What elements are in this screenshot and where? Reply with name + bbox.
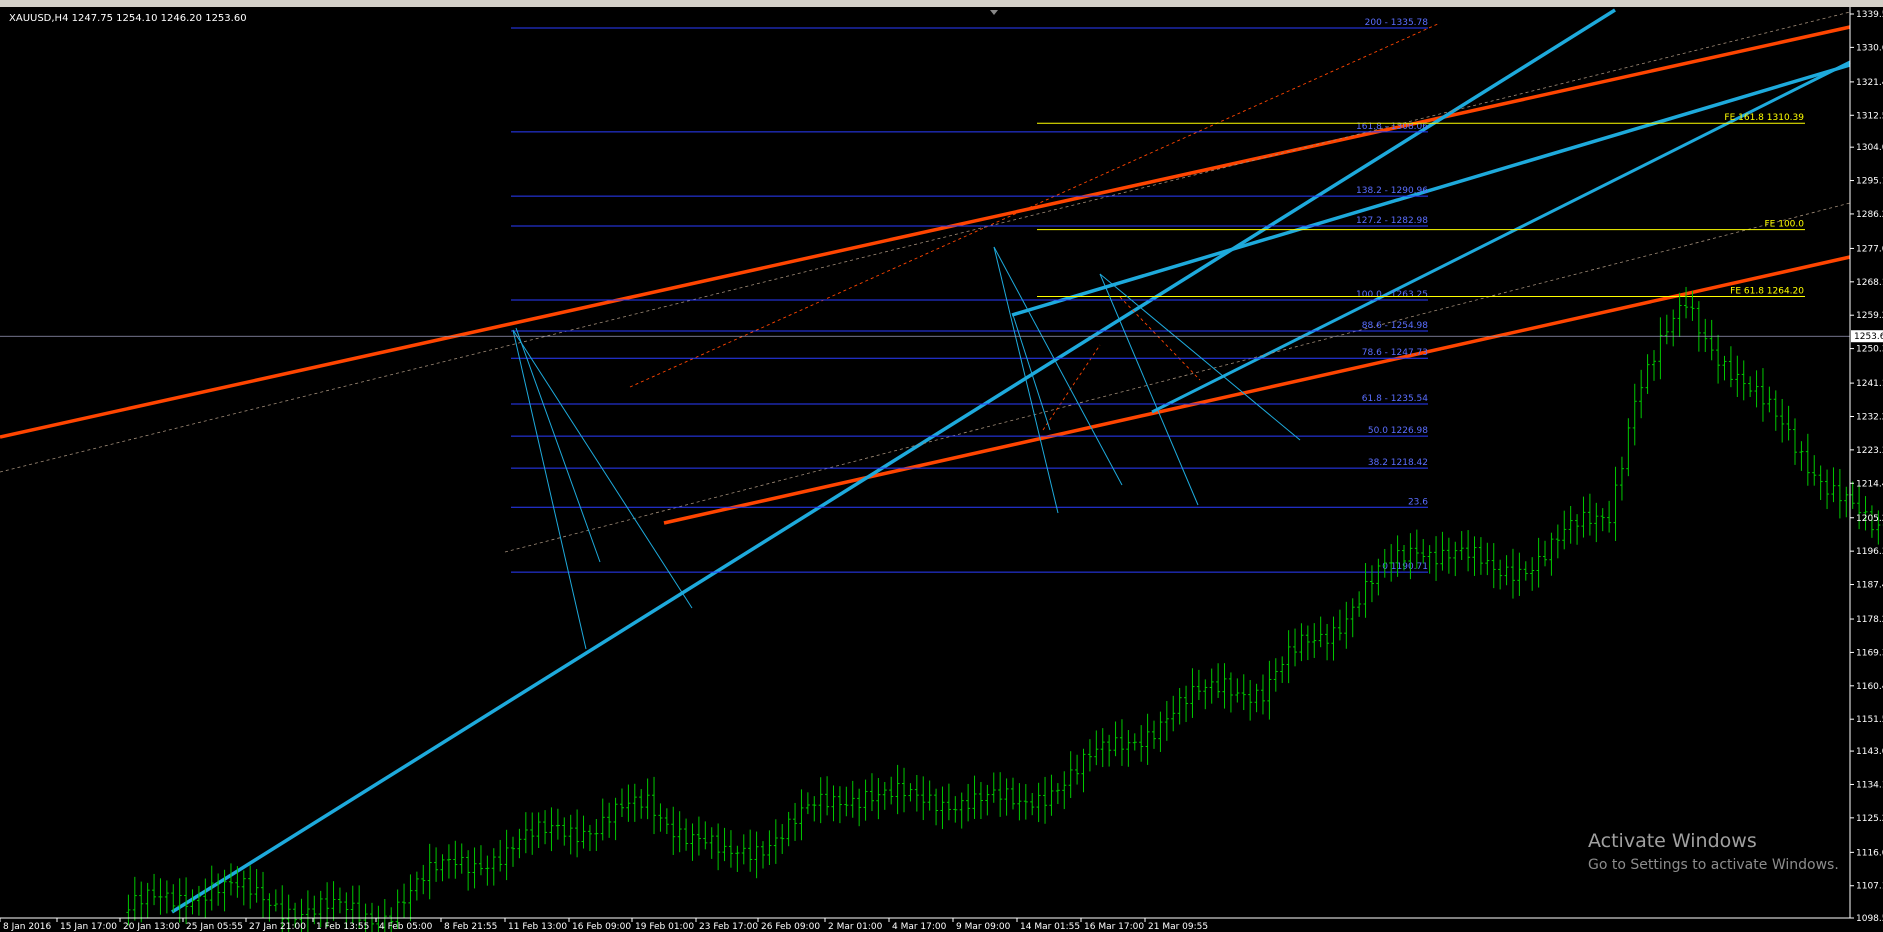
time-tick-label: 25 Jan 05:55: [186, 922, 243, 932]
time-tick-label: 4 Feb 05:00: [379, 922, 433, 932]
time-tick-label: 9 Mar 09:00: [956, 922, 1011, 932]
symbol-info: XAUUSD,H4 1247.75 1254.10 1246.20 1253.6…: [9, 13, 247, 24]
time-tick-label: 20 Jan 13:00: [123, 922, 180, 932]
price-tick-label: 1295.1: [1856, 177, 1883, 187]
price-tick-label: 1223.3: [1856, 446, 1883, 456]
time-tick-label: 2 Mar 01:00: [828, 922, 883, 932]
price-tick-label: 1125.2: [1856, 814, 1883, 824]
fib-level-label: 88.6 - 1254.98: [1362, 321, 1428, 331]
time-tick-label: 8 Feb 21:55: [444, 922, 497, 932]
watermark-title: Activate Windows: [1588, 830, 1757, 852]
time-tick-label: 14 Mar 01:55: [1020, 922, 1080, 932]
price-tick-label: 1321.4: [1856, 78, 1883, 88]
fib-level-label: 127.2 - 1282.98: [1356, 216, 1428, 226]
time-tick-label: 4 Mar 17:00: [892, 922, 947, 932]
time-tick-label: 1 Feb 13:55: [316, 922, 369, 932]
price-tick-label: 1259.2: [1856, 311, 1883, 321]
time-tick-label: 27 Jan 21:00: [249, 922, 306, 932]
time-tick-label: 26 Feb 09:00: [761, 922, 820, 932]
time-tick-label: 21 Mar 09:55: [1148, 922, 1208, 932]
price-tick-label: 1116.0: [1856, 848, 1883, 858]
price-tick-label: 1339.5: [1856, 10, 1883, 20]
time-tick-label: 8 Jan 2016: [3, 922, 51, 932]
price-tick-label: 1268.1: [1856, 278, 1883, 288]
time-tick-label: 19 Feb 01:00: [635, 922, 694, 932]
current-price-label: 1253.6: [1854, 332, 1883, 342]
price-tick-label: 1151.5: [1856, 715, 1883, 725]
fib-level-label: 23.6: [1408, 497, 1428, 507]
price-tick-label: 1178.2: [1856, 615, 1883, 625]
fib-level-label: 61.8 - 1235.54: [1362, 394, 1428, 404]
fe-level-label: FE 161.8 1310.39: [1724, 113, 1804, 123]
fib-level-label: 100.0 - 1263.25: [1356, 290, 1428, 300]
price-tick-label: 1205.2: [1856, 514, 1883, 524]
price-tick-label: 1160.4: [1856, 682, 1883, 692]
price-tick-label: 1286.2: [1856, 210, 1883, 220]
fib-level-label: 38.2 1218.42: [1368, 458, 1428, 468]
fib-level-label: 0 1190.71: [1382, 562, 1428, 572]
fib-level-label: 138.2 - 1290.96: [1356, 186, 1428, 196]
time-tick-label: 15 Jan 17:00: [60, 922, 117, 932]
time-tick-label: 16 Feb 09:00: [572, 922, 631, 932]
price-tick-label: 1232.2: [1856, 412, 1883, 422]
chart-background: [0, 7, 1883, 932]
price-tick-label: 1250.3: [1856, 345, 1883, 355]
price-tick-label: 1330.6: [1856, 43, 1883, 53]
time-tick-label: 16 Mar 17:00: [1084, 922, 1144, 932]
price-chart[interactable]: 200 - 1335.78161.8 - 1308.06138.2 - 1290…: [0, 7, 1883, 932]
toolbar-strip: [0, 0, 1883, 7]
price-tick-label: 1277.0: [1856, 244, 1883, 254]
price-tick-label: 1312.5: [1856, 111, 1883, 121]
price-tick-label: 1169.3: [1856, 648, 1883, 658]
price-tick-label: 1143.0: [1856, 747, 1883, 757]
price-tick-label: 1196.3: [1856, 547, 1883, 557]
watermark-subtitle: Go to Settings to activate Windows.: [1588, 857, 1839, 873]
price-tick-label: 1134.1: [1856, 780, 1883, 790]
time-tick-label: 23 Feb 17:00: [699, 922, 758, 932]
price-tick-label: 1187.4: [1856, 581, 1883, 591]
time-tick-label: 11 Feb 13:00: [508, 922, 567, 932]
fib-level-label: 50.0 1226.98: [1368, 426, 1428, 436]
price-tick-label: 1304.0: [1856, 143, 1883, 153]
price-tick-label: 1241.1: [1856, 379, 1883, 389]
fib-level-label: 78.6 - 1247.73: [1362, 348, 1428, 358]
fib-level-label: 200 - 1335.78: [1365, 18, 1429, 28]
price-tick-label: 1214.4: [1856, 479, 1883, 489]
price-tick-label: 1107.1: [1856, 882, 1883, 892]
fe-level-label: FE 61.8 1264.20: [1730, 286, 1804, 296]
fe-level-label: FE 100.0: [1765, 220, 1805, 230]
price-tick-label: 1098.5: [1856, 914, 1883, 924]
